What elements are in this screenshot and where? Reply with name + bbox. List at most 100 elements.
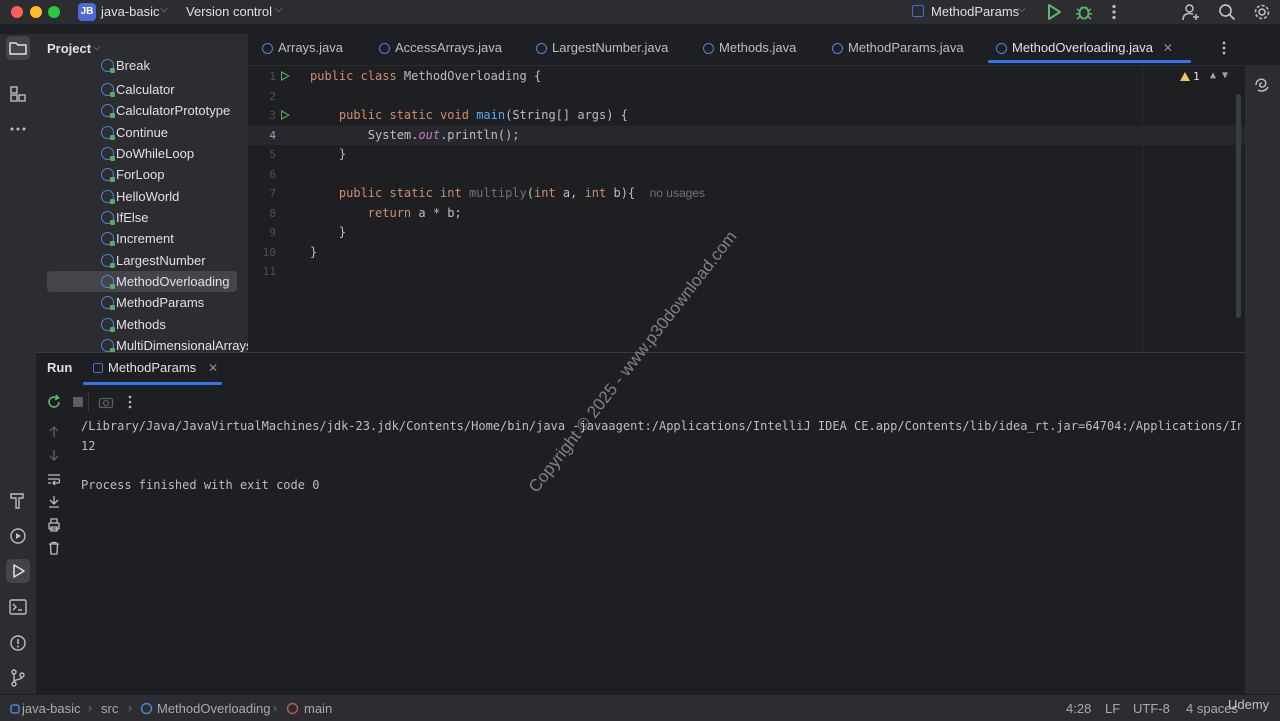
print-icon[interactable]	[46, 517, 62, 533]
build-tool-button[interactable]	[6, 488, 30, 512]
editor-scrollbar[interactable]	[1236, 94, 1241, 318]
tab-methodparams-java[interactable]: MethodParams.java	[832, 34, 964, 65]
arrow-up-icon[interactable]	[46, 424, 62, 440]
editor-tab-bar: Arrays.java AccessArrays.java LargestNum…	[248, 34, 1280, 66]
chevron-right-icon: ›	[128, 701, 132, 715]
problems-tool-button[interactable]	[6, 631, 30, 655]
ai-assistant-icon[interactable]	[1252, 75, 1272, 95]
git-tool-button[interactable]	[6, 666, 30, 690]
code-line: 1 public class MethodOverloading {	[269, 69, 542, 83]
tree-item-break[interactable]: Break	[47, 55, 237, 76]
terminal-icon	[9, 599, 27, 615]
git-branch-icon	[11, 669, 25, 687]
java-class-icon	[101, 104, 115, 118]
project-badge[interactable]: JB	[78, 3, 96, 21]
usages-hint[interactable]: no usages	[650, 186, 705, 200]
tree-item-largestnumber[interactable]: LargestNumber	[47, 250, 237, 271]
project-panel-title[interactable]: Project	[47, 41, 91, 56]
tree-item-dowhileloop[interactable]: DoWhileLoop	[47, 143, 237, 164]
chevron-down-icon[interactable]: ▼	[1222, 70, 1234, 81]
tree-item-calculatorprototype[interactable]: CalculatorPrototype	[47, 100, 237, 121]
tab-methodoverloading-java[interactable]: MethodOverloading.java ✕	[988, 34, 1191, 65]
tree-item-ifelse[interactable]: IfElse	[47, 207, 237, 228]
tree-item-methodoverloading[interactable]: MethodOverloading	[47, 271, 237, 292]
more-vertical-icon[interactable]	[1104, 3, 1124, 21]
java-class-icon	[101, 254, 115, 268]
window-minimize-button[interactable]	[30, 6, 42, 18]
caret-position[interactable]: 4:28	[1066, 701, 1091, 716]
run-gutter-icon[interactable]	[281, 71, 290, 81]
console-side-toolbar	[36, 415, 72, 695]
breadcrumb-project[interactable]: java-basic	[22, 701, 81, 716]
breadcrumb-method[interactable]: main	[304, 701, 332, 716]
code-line: 3 public static void main(String[] args)…	[269, 108, 628, 122]
services-tool-button[interactable]	[6, 524, 30, 548]
run-gutter-icon[interactable]	[281, 110, 290, 120]
file-encoding[interactable]: UTF-8	[1133, 701, 1170, 716]
console-line: /Library/Java/JavaVirtualMachines/jdk-23…	[81, 419, 1241, 433]
tab-largestnumber-java[interactable]: LargestNumber.java	[536, 34, 668, 65]
close-icon[interactable]: ✕	[1163, 41, 1173, 55]
add-user-icon[interactable]	[1181, 3, 1201, 21]
status-bar: java-basic › src › MethodOverloading › m…	[0, 694, 1280, 721]
breadcrumb-class[interactable]: MethodOverloading	[157, 701, 270, 716]
tree-item-methodparams[interactable]: MethodParams	[47, 292, 237, 313]
line-separator[interactable]: LF	[1105, 701, 1120, 716]
code-line: 6	[269, 167, 276, 181]
chevron-right-icon: ›	[273, 701, 277, 715]
stop-icon[interactable]	[71, 395, 85, 409]
java-class-icon	[101, 318, 115, 332]
tab-methods-java[interactable]: Methods.java	[703, 34, 796, 65]
project-selector[interactable]: java-basic	[101, 4, 160, 19]
run-toolbar	[36, 389, 1245, 415]
run-tab-methodparams[interactable]: MethodParams ✕	[93, 360, 218, 375]
active-tab-indicator	[83, 382, 222, 385]
project-tool-button[interactable]	[6, 36, 30, 60]
tree-item-forloop[interactable]: ForLoop	[47, 164, 237, 185]
window-close-button[interactable]	[11, 6, 23, 18]
java-class-icon	[101, 126, 115, 140]
java-class-icon	[101, 83, 115, 97]
arrow-down-icon[interactable]	[46, 447, 62, 463]
brand-logo: Udemy	[1228, 697, 1270, 712]
tab-arrays-java[interactable]: Arrays.java	[262, 34, 343, 65]
project-panel: Project ⌵ Break Calculator CalculatorPro…	[36, 34, 248, 352]
code-editor[interactable]: 1 public class MethodOverloading { 2 3 p…	[248, 66, 1245, 352]
tree-item-increment[interactable]: Increment	[47, 228, 237, 249]
scroll-to-end-icon[interactable]	[46, 494, 62, 510]
terminal-tool-button[interactable]	[6, 595, 30, 619]
search-icon[interactable]	[1217, 3, 1237, 21]
gear-icon[interactable]	[1252, 3, 1272, 21]
tree-item-multidimensionalarrays[interactable]: MultiDimensionalArrays	[47, 335, 248, 352]
version-control-menu[interactable]: Version control	[186, 4, 272, 19]
rerun-icon[interactable]	[46, 394, 62, 410]
right-tool-stripe	[1245, 34, 1280, 694]
inspection-nav[interactable]: ▲▼	[1210, 70, 1234, 81]
java-class-icon	[101, 339, 115, 352]
tree-item-helloworld[interactable]: HelloWorld	[47, 186, 237, 207]
window-maximize-button[interactable]	[48, 6, 60, 18]
close-icon[interactable]: ✕	[208, 361, 218, 375]
camera-icon[interactable]	[98, 395, 114, 409]
run-icon[interactable]	[1044, 3, 1064, 21]
more-vertical-icon[interactable]	[1216, 40, 1232, 56]
more-vertical-icon[interactable]	[123, 394, 137, 410]
console-output[interactable]: /Library/Java/JavaVirtualMachines/jdk-23…	[81, 415, 1241, 685]
trash-icon[interactable]	[46, 540, 62, 556]
tree-item-methods[interactable]: Methods	[47, 314, 237, 335]
java-class-icon	[101, 147, 115, 161]
run-tool-button[interactable]	[6, 559, 30, 583]
run-config-selector[interactable]: MethodParams	[931, 4, 1019, 19]
soft-wrap-icon[interactable]	[46, 471, 62, 487]
tab-accessarrays-java[interactable]: AccessArrays.java	[379, 34, 502, 65]
structure-tool-button[interactable]	[6, 82, 30, 106]
more-tools-button[interactable]	[6, 117, 30, 141]
breadcrumb-src[interactable]: src	[101, 701, 118, 716]
tree-item-continue[interactable]: Continue	[47, 122, 237, 143]
run-config-icon	[93, 363, 103, 373]
debug-icon[interactable]	[1074, 3, 1094, 21]
inspection-widget[interactable]: 1	[1180, 70, 1200, 83]
tree-item-calculator[interactable]: Calculator	[47, 79, 237, 100]
java-class-icon	[101, 275, 115, 289]
chevron-up-icon[interactable]: ▲	[1210, 70, 1222, 81]
